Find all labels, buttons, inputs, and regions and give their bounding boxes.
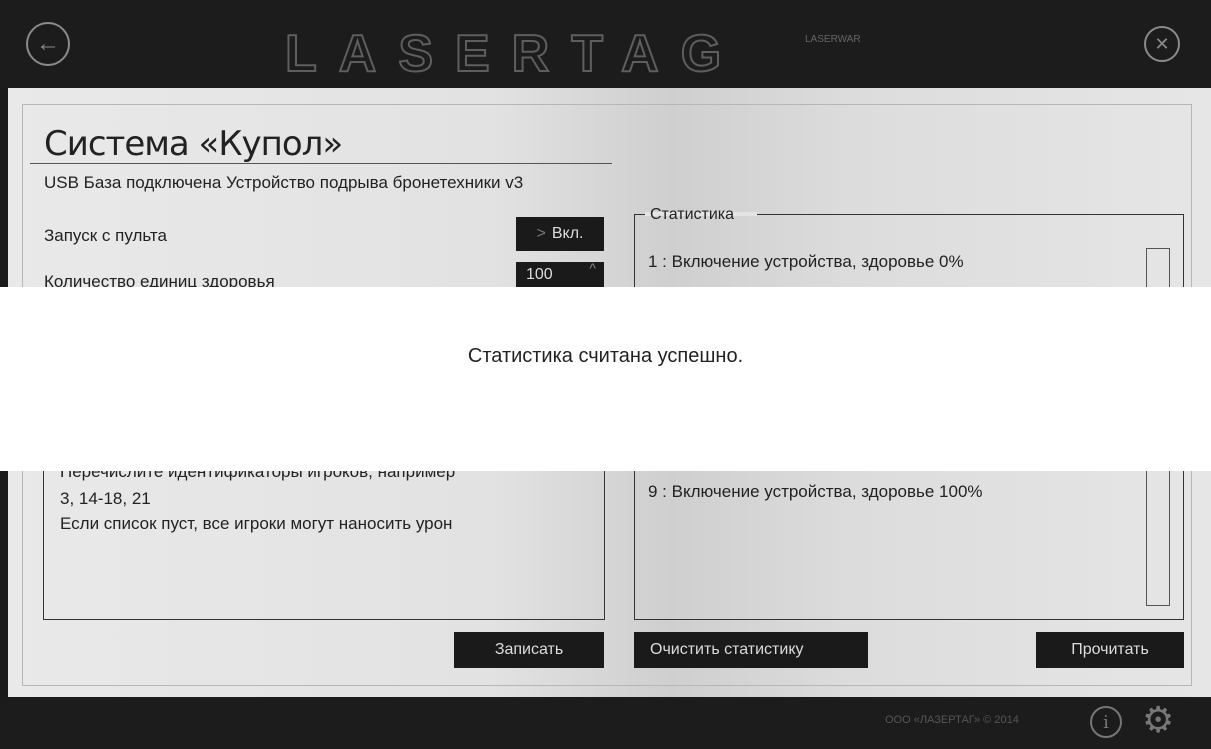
page-title: Система «Купол»	[44, 124, 343, 164]
remote-launch-value: Вкл.	[551, 225, 584, 242]
title-divider	[30, 163, 612, 164]
close-button[interactable]: ✕	[1144, 26, 1180, 62]
bottom-bar	[0, 697, 1211, 749]
device-status: USB База подключена Устройство подрыва б…	[44, 173, 524, 192]
arrow-left-icon: ←	[36, 30, 60, 57]
remote-launch-label: Запуск с пульта	[44, 226, 167, 245]
health-stepper[interactable]: 100 ^	[516, 260, 604, 288]
health-value: 100	[526, 266, 553, 283]
remote-launch-toggle[interactable]: > Вкл.	[516, 217, 604, 251]
write-button[interactable]: Записать	[454, 632, 604, 668]
stat-entry: 9 : Включение устройства, здоровье 100%	[648, 482, 983, 501]
copyright-text: ООО «ЛАЗЕРТАГ» © 2014	[885, 714, 1019, 726]
info-icon[interactable]: i	[1090, 706, 1122, 738]
read-button[interactable]: Прочитать	[1036, 632, 1184, 668]
player-hint-line2: 3, 14-18, 21	[60, 489, 151, 508]
clear-statistics-button[interactable]: Очистить статистику	[634, 632, 868, 668]
statistics-legend: Статистика	[650, 206, 735, 223]
logo-subtitle: LASERWAR	[805, 34, 861, 45]
top-bar: ← LASERTAG LASERWAR ✕	[0, 0, 1211, 88]
back-button[interactable]: ←	[26, 22, 70, 66]
player-hint-line3: Если список пуст, все игроки могут нанос…	[60, 514, 453, 533]
chevron-right-icon: >	[536, 225, 546, 242]
notification-banner	[0, 287, 1211, 471]
close-icon: ✕	[1154, 33, 1170, 54]
notification-message: Статистика считана успешно.	[467, 345, 744, 367]
chevron-up-icon[interactable]: ^	[589, 260, 596, 276]
app-logo: LASERTAG	[284, 24, 744, 84]
stat-entry: 1 : Включение устройства, здоровье 0%	[648, 252, 964, 271]
gear-icon[interactable]: ⚙	[1142, 700, 1174, 740]
